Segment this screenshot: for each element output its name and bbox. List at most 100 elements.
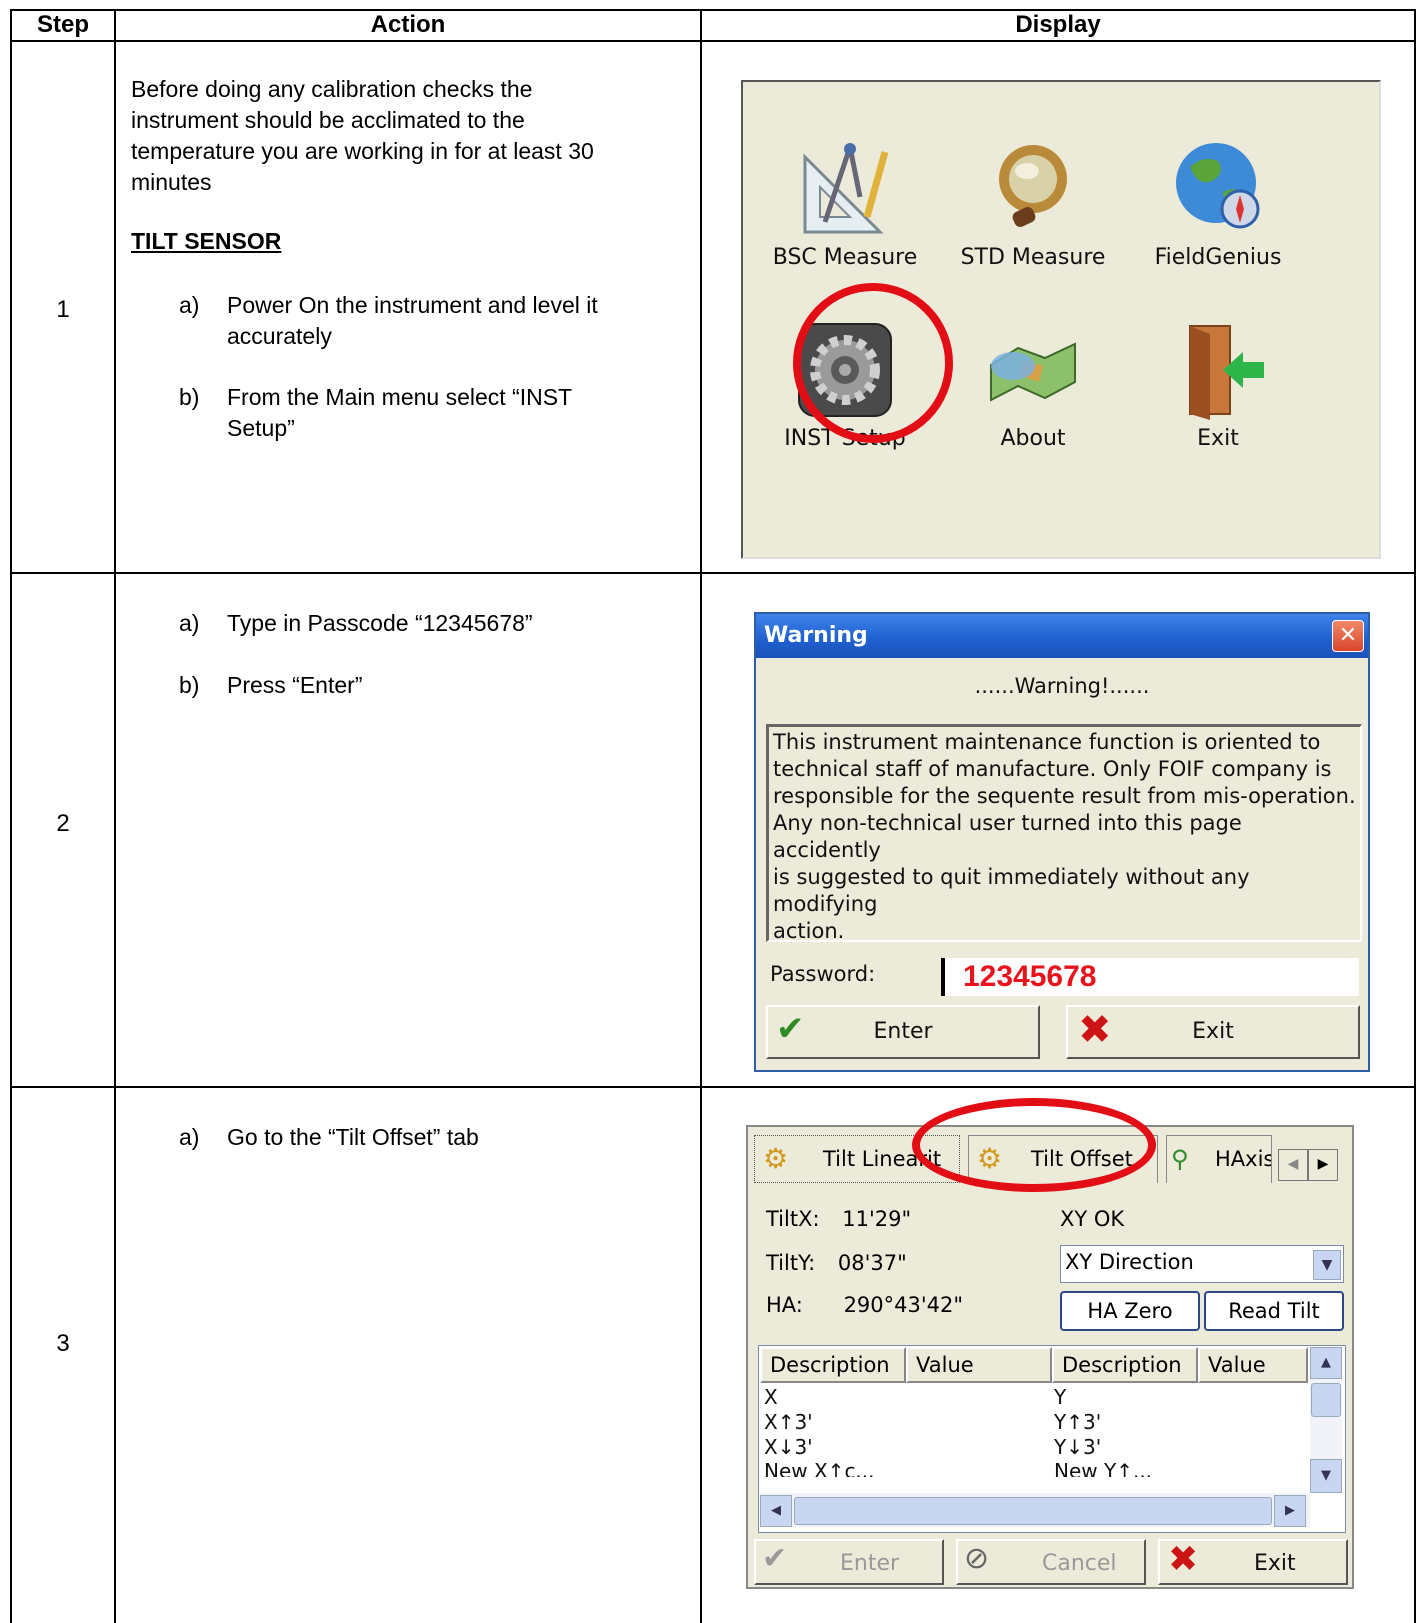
column-header[interactable]: Description <box>760 1347 906 1383</box>
grid-cell: X↑3' <box>764 1410 813 1434</box>
warning-heading: ......Warning!...... <box>974 674 1150 698</box>
vertical-scrollbar[interactable]: ▲ ▼ <box>1310 1347 1342 1493</box>
grid-cell: New X↑c... <box>764 1459 875 1477</box>
intro-line: minutes <box>131 169 212 195</box>
grid-cell: Y↑3' <box>1054 1410 1102 1434</box>
column-divider-action <box>700 9 702 1623</box>
ha-label: HA: <box>766 1293 803 1317</box>
tilt-x-readout: TiltX: 11'29" <box>766 1207 911 1231</box>
message-line: is suggested to quit immediately without… <box>773 865 1250 916</box>
scroll-right-button[interactable]: ▶ <box>1274 1495 1306 1527</box>
cancel-icon: ⊘ <box>964 1541 990 1576</box>
password-label: Password: <box>770 962 876 986</box>
enter-button[interactable]: ✔ Enter <box>754 1539 944 1585</box>
close-button[interactable]: ✕ <box>1332 620 1364 652</box>
tilt-x-value: 11'29" <box>842 1207 912 1231</box>
instrument-icon: ⚲ <box>1171 1145 1189 1173</box>
read-tilt-label: Read Tilt <box>1228 1299 1320 1323</box>
chevron-down-icon: ▼ <box>1313 1250 1341 1280</box>
enter-label: Enter <box>840 1551 900 1576</box>
item-text: Type in Passcode “12345678” <box>227 608 533 639</box>
app-label: About <box>1000 426 1066 451</box>
step-number: 1 <box>56 296 70 323</box>
read-tilt-button[interactable]: Read Tilt <box>1204 1291 1344 1331</box>
scroll-up-button[interactable]: ▲ <box>1310 1347 1342 1379</box>
app-bsc-measure[interactable]: BSC Measure <box>755 137 935 282</box>
column-header[interactable]: Value <box>906 1347 1052 1383</box>
ha-zero-button[interactable]: HA Zero <box>1060 1291 1200 1331</box>
password-field[interactable]: 12345678 <box>941 958 1359 996</box>
header-action: Action <box>370 11 446 38</box>
message-line: action. <box>773 919 845 943</box>
step-number: 2 <box>56 810 70 837</box>
enter-button[interactable]: ✔ Enter <box>766 1005 1040 1059</box>
grid-cell: X <box>764 1385 778 1409</box>
intro-line: instrument should be acclimated to the <box>131 107 525 133</box>
item-line: From the Main menu select “INST <box>227 384 573 410</box>
direction-value: XY Direction <box>1065 1250 1194 1274</box>
message-line: responsible for the sequente result from… <box>773 784 1356 808</box>
app-std-measure[interactable]: STD Measure <box>943 137 1123 282</box>
red-x-icon: ✖ <box>1168 1539 1199 1580</box>
tab-scroll-right[interactable]: ▶ <box>1308 1149 1338 1181</box>
header-divider <box>10 40 1416 42</box>
scroll-down-button[interactable]: ▼ <box>1310 1459 1342 1493</box>
globe-compass-icon <box>1176 143 1260 229</box>
item-line: accurately <box>227 323 332 349</box>
exit-button[interactable]: ✖ Exit <box>1158 1539 1348 1585</box>
tab-haxis[interactable]: ⚲ HAxis E <box>1166 1135 1272 1183</box>
item-line: Setup” <box>227 415 295 441</box>
item-line: Power On the instrument and level it <box>227 292 598 318</box>
item-text: Press “Enter” <box>227 670 362 701</box>
cancel-button[interactable]: ⊘ Cancel <box>956 1539 1146 1585</box>
direction-select[interactable]: XY Direction ▼ <box>1060 1245 1344 1283</box>
app-label: FieldGenius <box>1154 245 1282 270</box>
grid-cell: X↓3' <box>764 1435 813 1459</box>
exit-label: Exit <box>1192 1019 1234 1044</box>
highlight-circle <box>793 283 953 443</box>
message-line: Any non-technical user turned into this … <box>773 811 1242 862</box>
item-text: From the Main menu select “INST Setup” <box>227 382 572 444</box>
tab-scroll-left[interactable]: ◀ <box>1278 1149 1308 1181</box>
tilt-y-label: TiltY: <box>766 1251 816 1275</box>
horizontal-scrollbar[interactable]: ◀ ▶ <box>760 1493 1310 1527</box>
exit-door-icon <box>1189 325 1264 420</box>
tilt-x-label: TiltX: <box>766 1207 820 1231</box>
column-header[interactable]: Description <box>1052 1347 1198 1383</box>
header-display: Display <box>1015 11 1101 38</box>
item-marker: a) <box>179 610 200 636</box>
item-line: Press “Enter” <box>227 672 363 698</box>
message-line: This instrument maintenance function is … <box>773 730 1321 754</box>
scroll-thumb[interactable] <box>794 1497 1272 1525</box>
app-fieldgenius[interactable]: FieldGenius <box>1128 137 1308 282</box>
item-marker: a) <box>179 1124 200 1150</box>
tilt-offset-screen: ⚙ Tilt Linearit ⚙ Tilt Offset ⚲ HAxis E … <box>746 1125 1354 1589</box>
gear-cone-icon: ⚙ <box>763 1142 789 1175</box>
ha-zero-label: HA Zero <box>1087 1299 1173 1323</box>
app-about[interactable]: About <box>943 320 1123 465</box>
scroll-thumb[interactable] <box>1311 1383 1341 1417</box>
scroll-left-button[interactable]: ◀ <box>760 1495 792 1527</box>
step-number: 3 <box>56 1330 70 1357</box>
app-label: BSC Measure <box>772 245 918 270</box>
intro-text: Before doing any calibration checks the … <box>131 74 691 198</box>
intro-line: temperature you are working in for at le… <box>131 138 594 164</box>
highlight-circle <box>912 1098 1156 1192</box>
enter-label: Enter <box>873 1019 933 1044</box>
grid-cell: Y <box>1054 1385 1067 1409</box>
checkmark-icon: ✔ <box>762 1541 788 1576</box>
app-label: STD Measure <box>960 245 1106 270</box>
header-step: Step <box>36 11 89 38</box>
magnifier-icon <box>999 145 1067 227</box>
exit-button[interactable]: ✖ Exit <box>1066 1005 1360 1059</box>
drafting-tools-icon <box>803 143 889 234</box>
tilt-y-readout: TiltY: 08'37" <box>766 1251 907 1275</box>
grid-cell: Y↓3' <box>1054 1435 1102 1459</box>
item-line: Go to the “Tilt Offset” tab <box>227 1124 479 1150</box>
app-exit[interactable]: Exit <box>1128 320 1308 465</box>
warning-message: This instrument maintenance function is … <box>766 724 1362 943</box>
column-header[interactable]: Value <box>1198 1347 1308 1383</box>
password-value: 12345678 <box>963 960 1097 993</box>
cancel-label: Cancel <box>1042 1551 1117 1576</box>
item-marker: a) <box>179 292 200 318</box>
